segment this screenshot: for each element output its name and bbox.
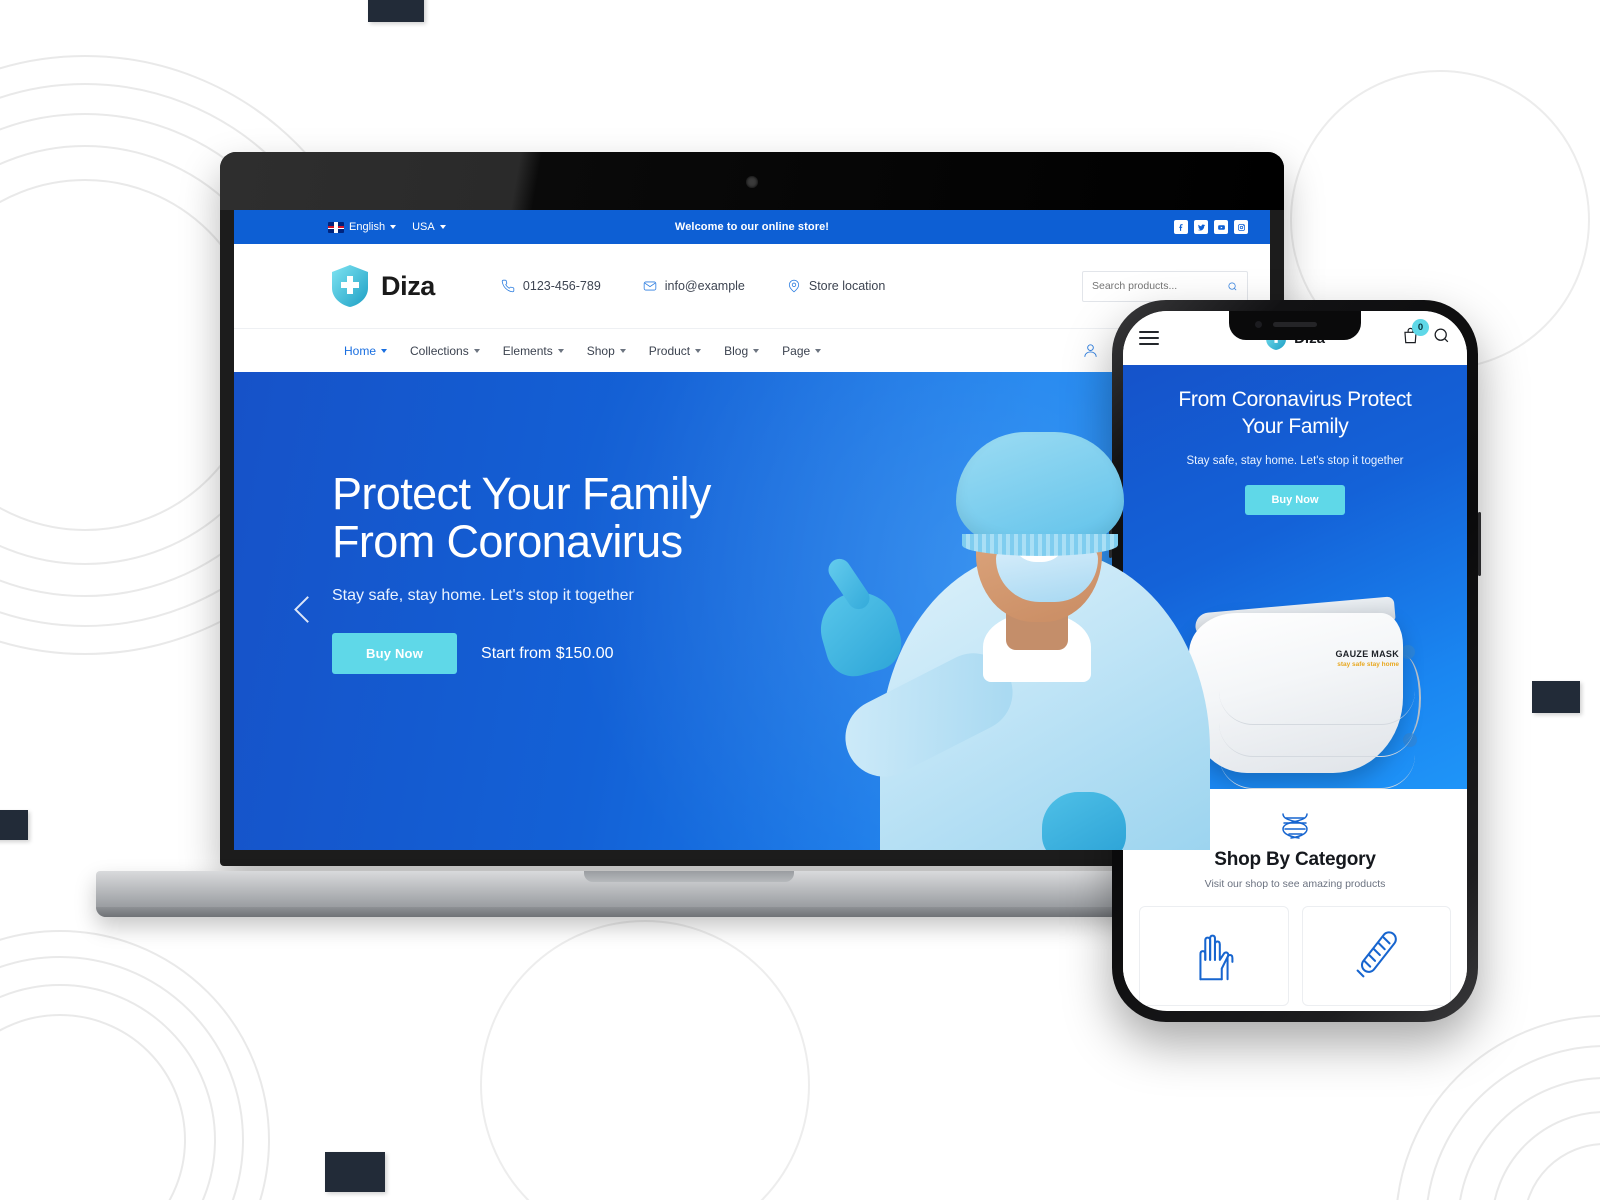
chevron-down-icon bbox=[815, 348, 822, 353]
brand-logo[interactable]: Diza bbox=[256, 264, 435, 308]
location-contact[interactable]: Store location bbox=[787, 279, 885, 293]
currency-selector[interactable]: USA bbox=[412, 221, 446, 233]
hero-cta-group: Buy Now Start from $150.00 bbox=[332, 633, 892, 675]
nav-label: Collections bbox=[410, 343, 469, 358]
nav-label: Blog bbox=[724, 343, 749, 358]
facebook-icon[interactable] bbox=[1174, 220, 1188, 234]
category-card-thermometer[interactable] bbox=[1301, 906, 1451, 1006]
phone-number: 0123-456-789 bbox=[522, 279, 601, 293]
desktop-hero-banner: Protect Your Family From Coronavirus Sta… bbox=[234, 372, 1270, 850]
cart-count-badge: 0 bbox=[1412, 319, 1429, 336]
search-box[interactable] bbox=[1082, 270, 1248, 302]
youtube-icon[interactable] bbox=[1214, 220, 1228, 234]
category-card-grid bbox=[1139, 906, 1451, 1006]
laptop-lid: English USA Welcome to our online store! bbox=[220, 152, 1284, 866]
mobile-header-actions: 0 bbox=[1401, 319, 1451, 350]
user-account-icon[interactable] bbox=[1082, 342, 1099, 359]
mask-product-label: GAUZE MASK bbox=[1335, 649, 1399, 659]
mail-icon bbox=[643, 281, 657, 291]
email-address: info@example bbox=[664, 279, 745, 293]
nav-label: Product bbox=[648, 343, 691, 358]
decorative-square-right bbox=[1532, 681, 1580, 713]
nav-label: Shop bbox=[586, 343, 615, 358]
hero-title-line2: From Coronavirus bbox=[332, 515, 683, 567]
brand-name: Diza bbox=[381, 270, 435, 301]
twitter-icon[interactable] bbox=[1194, 220, 1208, 234]
search-input[interactable] bbox=[1092, 280, 1227, 292]
dna-helix-icon bbox=[1278, 811, 1312, 841]
laptop-bezel bbox=[220, 152, 1284, 210]
category-section-subtitle: Visit our shop to see amazing products bbox=[1204, 878, 1386, 890]
hero-price-label: Start from $150.00 bbox=[481, 644, 614, 662]
instagram-icon[interactable] bbox=[1234, 220, 1248, 234]
currency-label: USA bbox=[412, 221, 435, 233]
email-contact[interactable]: info@example bbox=[643, 279, 745, 293]
mockup-stage: English USA Welcome to our online store! bbox=[0, 0, 1600, 1200]
carousel-prev-arrow-icon[interactable] bbox=[292, 590, 318, 632]
hero-copy: Protect Your Family From Coronavirus Sta… bbox=[332, 470, 892, 675]
nav-item-home[interactable]: Home bbox=[344, 343, 388, 358]
laptop-foot bbox=[96, 907, 1281, 917]
hero-subtitle: Stay safe, stay home. Let's stop it toge… bbox=[332, 587, 634, 605]
chevron-down-icon bbox=[619, 348, 626, 353]
chevron-down-icon bbox=[473, 348, 480, 353]
hero-title-line1: Protect Your Family bbox=[332, 468, 711, 519]
category-card-gloves[interactable] bbox=[1139, 906, 1289, 1006]
hamburger-menu-icon[interactable] bbox=[1139, 331, 1159, 345]
mask-ear-loop bbox=[1401, 645, 1415, 659]
phone-icon bbox=[501, 279, 515, 293]
search-icon bbox=[1434, 328, 1449, 343]
language-selector[interactable]: English bbox=[328, 221, 397, 233]
nav-item-product[interactable]: Product bbox=[648, 343, 702, 358]
laptop-device: English USA Welcome to our online store! bbox=[96, 152, 1284, 917]
nav-item-page[interactable]: Page bbox=[782, 343, 822, 358]
chevron-down-icon bbox=[753, 348, 760, 353]
nav-label: Page bbox=[782, 343, 811, 358]
chevron-down-icon bbox=[381, 348, 388, 353]
phone-contact[interactable]: 0123-456-789 bbox=[501, 279, 601, 293]
mask-product-sublabel: stay safe stay home bbox=[1337, 661, 1399, 668]
earpiece-speaker bbox=[1273, 322, 1317, 327]
buy-now-button[interactable]: Buy Now bbox=[332, 633, 458, 675]
front-camera-icon bbox=[1255, 321, 1262, 328]
phone-power-button[interactable] bbox=[1478, 512, 1481, 576]
desktop-topbar: English USA Welcome to our online store! bbox=[234, 210, 1270, 244]
nav-label: Home bbox=[344, 343, 377, 358]
decorative-square-bottom bbox=[325, 1152, 385, 1192]
nav-item-shop[interactable]: Shop bbox=[587, 344, 626, 358]
nav-item-collections[interactable]: Collections bbox=[410, 344, 480, 358]
header-contacts: 0123-456-789 info@example Store location bbox=[501, 279, 885, 293]
map-pin-icon bbox=[788, 279, 799, 293]
phone-notch bbox=[1229, 311, 1361, 340]
mobile-cart-button[interactable]: 0 bbox=[1401, 319, 1429, 350]
social-links bbox=[1174, 220, 1248, 234]
mobile-search-button[interactable] bbox=[1432, 326, 1451, 350]
nav-item-elements[interactable]: Elements bbox=[503, 344, 564, 358]
language-label: English bbox=[349, 221, 386, 233]
webcam-icon bbox=[746, 176, 758, 188]
nav-item-blog[interactable]: Blog bbox=[724, 343, 760, 358]
doctor-photo bbox=[812, 372, 1270, 850]
gloves-icon bbox=[1199, 934, 1234, 981]
chevron-down-icon bbox=[439, 225, 446, 229]
decorative-circle-bottom-center bbox=[480, 920, 810, 1200]
uk-flag-icon bbox=[328, 221, 344, 233]
decorative-rings-bottom-right bbox=[1395, 1015, 1600, 1200]
thermometer-icon bbox=[1356, 931, 1398, 978]
hero-title: Protect Your Family From Coronavirus bbox=[332, 470, 892, 565]
main-menu: Home Collections Elements Shop Product B… bbox=[256, 343, 822, 358]
shield-logo-icon bbox=[330, 264, 370, 308]
decorative-rings-bottom-left bbox=[0, 930, 270, 1200]
decorative-square-top bbox=[368, 0, 424, 22]
store-location-label: Store location bbox=[808, 279, 886, 293]
chevron-down-icon bbox=[557, 348, 564, 353]
decorative-square-left bbox=[0, 810, 28, 840]
nav-label: Elements bbox=[502, 343, 553, 358]
chevron-down-icon bbox=[695, 348, 702, 353]
search-icon[interactable] bbox=[1227, 280, 1238, 293]
chevron-down-icon bbox=[390, 225, 397, 229]
category-section-title: Shop By Category bbox=[1214, 849, 1376, 870]
